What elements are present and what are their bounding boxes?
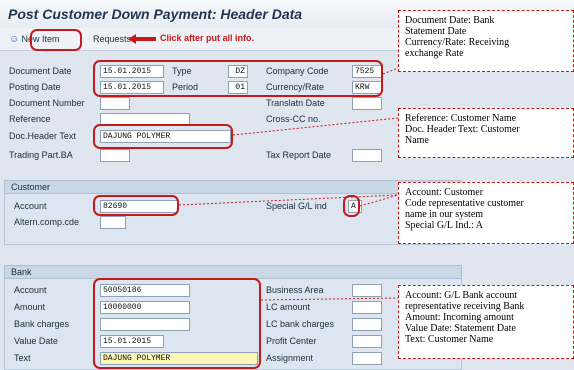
lc-amount-input[interactable] [352, 301, 382, 314]
note-bank-account: Account: G/L Bank account representative… [398, 285, 574, 359]
cross-cc-label: Cross-CC no. [266, 114, 321, 124]
doc-header-text-label: Doc.Header Text [9, 131, 76, 141]
customer-account-highlight [93, 195, 179, 216]
note-line: Special G/L Ind.: A [405, 220, 483, 231]
note-reference: Reference: Customer Name Doc. Header Tex… [398, 108, 574, 158]
value-date-label: Value Date [14, 336, 58, 346]
note-line: Account: Customer [405, 187, 484, 198]
tax-report-date-label: Tax Report Date [266, 150, 332, 160]
trading-part-label: Trading Part.BA [9, 150, 73, 160]
business-area-input[interactable] [352, 284, 382, 297]
note-line: Doc. Header Text: Customer [405, 124, 520, 135]
bank-fields-highlight [93, 278, 261, 369]
note-line: Text: Customer Name [405, 334, 494, 345]
special-gl-highlight [343, 195, 360, 217]
note-line: Document Date: Bank [405, 15, 495, 26]
posting-date-label: Posting Date [9, 82, 61, 92]
person-icon: ☺ [9, 34, 20, 45]
note-line: Statement Date [405, 26, 467, 37]
note-line: Amount: Incoming amount [405, 312, 514, 323]
document-number-label: Document Number [9, 98, 85, 108]
bank-section-header: Bank [4, 265, 462, 279]
altern-comp-label: Altern.comp.cde [14, 217, 80, 227]
translatn-date-input[interactable] [352, 97, 382, 110]
translatn-date-label: Translatn Date [266, 98, 325, 108]
altern-comp-input[interactable] [100, 216, 126, 229]
lc-bank-charges-label: LC bank charges [266, 319, 335, 329]
customer-section-header: Customer [4, 180, 462, 194]
tax-report-date-input[interactable] [352, 149, 382, 162]
customer-account-label: Account [14, 201, 47, 211]
dates-currency-highlight [93, 60, 383, 97]
reference-label: Reference [9, 114, 51, 124]
trading-part-input[interactable] [100, 149, 130, 162]
note-line: representative receiving Bank [405, 301, 525, 312]
assignment-label: Assignment [266, 353, 314, 363]
page-title: Post Customer Down Payment: Header Data [8, 6, 303, 22]
bank-account-label: Account [14, 285, 47, 295]
requests-button[interactable]: Requests [90, 31, 134, 47]
note-line: Account: G/L Bank account [405, 290, 518, 301]
profit-center-label: Profit Center [266, 336, 317, 346]
hint-text: Click after put all info. [160, 33, 255, 43]
note-line: Name [405, 135, 429, 146]
document-date-label: Document Date [9, 66, 72, 76]
profit-center-input[interactable] [352, 335, 382, 348]
lc-amount-label: LC amount [266, 302, 311, 312]
document-number-input[interactable] [100, 97, 130, 110]
note-document-date: Document Date: Bank Statement Date Curre… [398, 10, 574, 72]
note-line: Code representative customer [405, 198, 524, 209]
amount-label: Amount [14, 302, 46, 312]
lc-bank-charges-input[interactable] [352, 318, 382, 331]
note-customer-account: Account: Customer Code representative cu… [398, 182, 574, 244]
bank-charges-label: Bank charges [14, 319, 70, 329]
new-item-highlight [30, 29, 82, 51]
note-line: Currency/Rate: Receiving [405, 37, 510, 48]
note-line: exchange Rate [405, 48, 464, 59]
special-gl-label: Special G/L ind [266, 201, 327, 211]
doc-header-highlight [93, 124, 233, 149]
note-line: name in our system [405, 209, 484, 220]
note-line: Value Date: Statement Date [405, 323, 516, 334]
assignment-input[interactable] [352, 352, 382, 365]
business-area-label: Business Area [266, 285, 324, 295]
note-line: Reference: Customer Name [405, 113, 517, 124]
text-label: Text [14, 353, 31, 363]
